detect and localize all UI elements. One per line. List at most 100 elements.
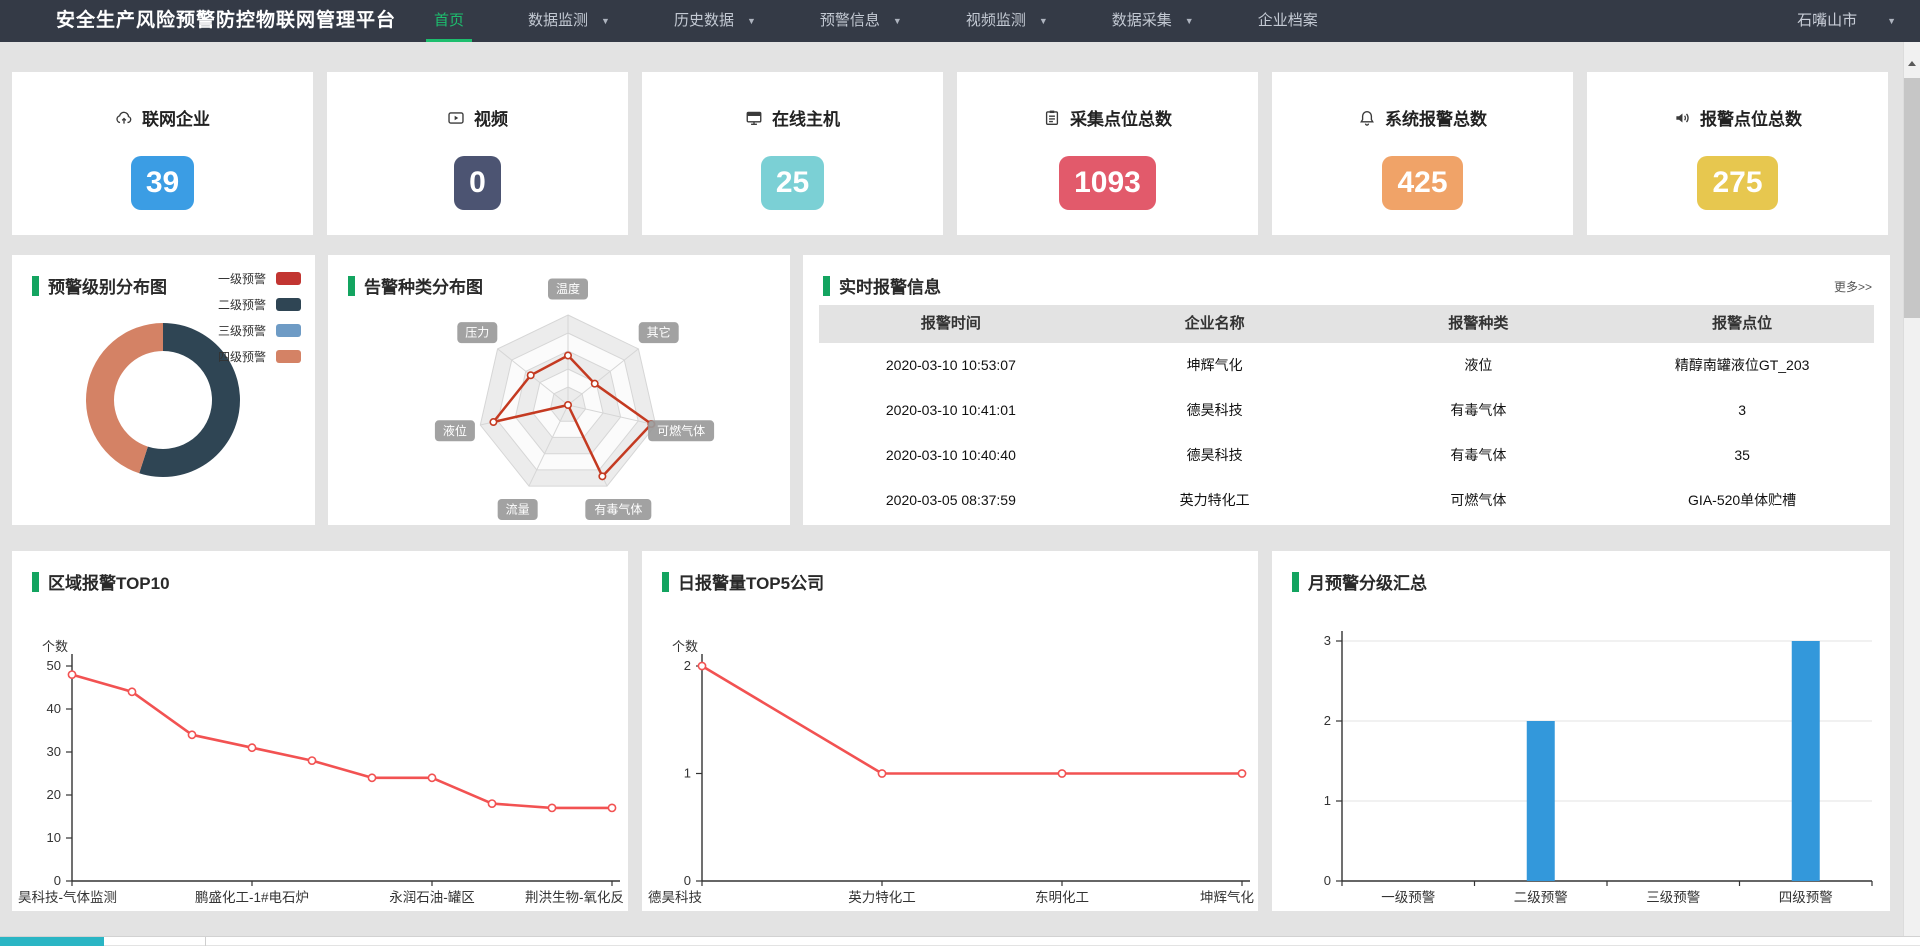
monthly-warning-bar-chart[interactable]: 0123一级预警二级预警三级预警四级预警 — [1272, 601, 1890, 911]
nav-item-home[interactable]: 首页 — [434, 0, 464, 42]
svg-text:有毒气体: 有毒气体 — [594, 502, 642, 517]
svg-text:液位: 液位 — [443, 423, 467, 438]
realtime-alarm-panel: 实时报警信息 更多>> 报警时间 企业名称 报警种类 报警点位 2020-03-… — [803, 255, 1890, 525]
panel-title: 月预警分级汇总 — [1308, 569, 1427, 594]
svg-text:永润石油-罐区: 永润石油-罐区 — [389, 890, 475, 905]
stat-value-badge: 0 — [454, 156, 501, 210]
stat-value-badge: 25 — [761, 156, 824, 210]
table-row[interactable]: 2020-03-10 10:41:01 德昊科技 有毒气体 3 — [819, 388, 1874, 433]
legend-swatch — [276, 324, 301, 337]
svg-text:流量: 流量 — [506, 503, 530, 517]
column-header: 报警时间 — [819, 305, 1083, 343]
clipboard-icon — [1043, 109, 1061, 127]
legend-swatch — [276, 272, 301, 285]
svg-text:坤辉气化: 坤辉气化 — [1200, 890, 1254, 905]
svg-text:其它: 其它 — [647, 325, 671, 340]
stat-label: 在线主机 — [772, 105, 840, 130]
legend-item[interactable]: 一级预警 — [218, 270, 301, 287]
warning-level-panel: 预警级别分布图 一级预警 二级预警 三级预警 四级预警 — [12, 255, 315, 525]
stat-value-badge: 1093 — [1059, 156, 1156, 210]
stat-label: 系统报警总数 — [1385, 105, 1487, 130]
stat-value-badge: 275 — [1697, 156, 1777, 210]
bottom-strip — [0, 936, 1920, 945]
svg-text:个数: 个数 — [42, 639, 68, 654]
svg-text:英力特化工: 英力特化工 — [848, 889, 916, 905]
panel-title: 实时报警信息 — [839, 273, 941, 298]
stat-label: 联网企业 — [142, 105, 210, 130]
nav-item-data-collect[interactable]: 数据采集▼ — [1112, 0, 1194, 42]
svg-text:德昊科技: 德昊科技 — [648, 890, 702, 905]
section-marker — [32, 572, 39, 592]
legend-item[interactable]: 四级预警 — [218, 348, 301, 365]
video-icon — [447, 109, 465, 127]
region-selector[interactable]: 石嘴山市▼ — [1797, 0, 1896, 42]
daily-top5-panel: 日报警量TOP5公司 个数012德昊科技英力特化工东明化工坤辉气化 — [642, 551, 1258, 911]
section-marker — [348, 276, 355, 296]
scrollbar-thumb[interactable] — [1904, 78, 1920, 318]
panel-title: 区域报警TOP10 — [48, 569, 170, 594]
stat-label: 视频 — [474, 105, 508, 130]
nav-item-data-monitor[interactable]: 数据监测▼ — [528, 0, 610, 42]
stat-card-collection-points: 采集点位总数 1093 — [957, 72, 1258, 235]
table-row[interactable]: 2020-03-05 08:37:59 英力特化工 可燃气体 GIA-520单体… — [819, 478, 1874, 523]
stat-card-videos: 视频 0 — [327, 72, 628, 235]
svg-text:0: 0 — [684, 873, 691, 888]
svg-text:1: 1 — [684, 766, 691, 781]
svg-text:四级预警: 四级预警 — [1779, 890, 1833, 905]
vertical-scrollbar[interactable] — [1903, 42, 1920, 945]
nav-item-history-data[interactable]: 历史数据▼ — [674, 0, 756, 42]
chevron-down-icon: ▼ — [1039, 0, 1048, 42]
panel-title: 告警种类分布图 — [364, 273, 483, 298]
stat-label: 采集点位总数 — [1070, 105, 1172, 130]
bell-icon — [1358, 109, 1376, 127]
table-row[interactable]: 2020-03-10 10:53:07 坤辉气化 液位 精醇南罐液位GT_203 — [819, 343, 1874, 388]
panel-title: 日报警量TOP5公司 — [678, 569, 824, 594]
svg-text:0: 0 — [1324, 873, 1331, 888]
svg-text:30: 30 — [47, 744, 61, 759]
stat-card-system-alarms: 系统报警总数 425 — [1272, 72, 1573, 235]
svg-text:温度: 温度 — [556, 281, 580, 296]
scroll-up-icon[interactable] — [1904, 56, 1920, 72]
region-top10-line-chart[interactable]: 个数01020304050昊科技-气体监测鹏盛化工-1#电石炉永润石油-罐区荆洪… — [12, 601, 628, 911]
chevron-down-icon: ▼ — [601, 0, 610, 42]
svg-text:个数: 个数 — [672, 639, 698, 654]
nav-item-video-monitor[interactable]: 视频监测▼ — [966, 0, 1048, 42]
column-header: 报警种类 — [1347, 305, 1611, 343]
stat-card-alarm-points: 报警点位总数 275 — [1587, 72, 1888, 235]
nav-menu: 首页 数据监测▼ 历史数据▼ 预警信息▼ 视频监测▼ 数据采集▼ 企业档案 — [434, 0, 1382, 42]
monitor-icon — [745, 109, 763, 127]
svg-text:20: 20 — [47, 787, 61, 802]
section-marker — [32, 276, 39, 296]
svg-text:10: 10 — [47, 830, 61, 845]
speaker-icon — [1673, 109, 1691, 127]
section-marker — [823, 276, 830, 296]
nav-item-warning-info[interactable]: 预警信息▼ — [820, 0, 902, 42]
section-marker — [1292, 572, 1299, 592]
svg-text:1: 1 — [1324, 793, 1331, 808]
legend-swatch — [276, 298, 301, 311]
legend-item[interactable]: 三级预警 — [218, 322, 301, 339]
nav-item-enterprise-archive[interactable]: 企业档案 — [1258, 0, 1318, 42]
monthly-warning-panel: 月预警分级汇总 0123一级预警二级预警三级预警四级预警 — [1272, 551, 1890, 911]
legend-item[interactable]: 二级预警 — [218, 296, 301, 313]
panel-title: 预警级别分布图 — [48, 273, 167, 298]
alarm-table: 报警时间 企业名称 报警种类 报警点位 2020-03-10 10:53:07 … — [819, 305, 1874, 523]
alarm-type-panel: 温度其它可燃气体有毒气体 流量 液位 压力 告警种类分布图 — [328, 255, 790, 525]
svg-text:40: 40 — [47, 701, 61, 716]
top-navbar: 安全生产风险预警防控物联网管理平台 首页 数据监测▼ 历史数据▼ 预警信息▼ 视… — [0, 0, 1920, 42]
column-header: 企业名称 — [1083, 305, 1347, 343]
svg-text:0: 0 — [54, 873, 61, 888]
svg-text:3: 3 — [1324, 633, 1331, 648]
region-top10-panel: 区域报警TOP10 个数01020304050昊科技-气体监测鹏盛化工-1#电石… — [12, 551, 628, 911]
column-header: 报警点位 — [1610, 305, 1874, 343]
stat-card-online-hosts: 在线主机 25 — [642, 72, 943, 235]
more-link[interactable]: 更多>> — [1834, 278, 1872, 295]
table-row[interactable]: 2020-03-10 10:40:40 德昊科技 有毒气体 35 — [819, 433, 1874, 478]
app-title: 安全生产风险预警防控物联网管理平台 — [56, 0, 396, 42]
svg-text:可燃气体: 可燃气体 — [657, 423, 705, 438]
daily-top5-line-chart[interactable]: 个数012德昊科技英力特化工东明化工坤辉气化 — [642, 601, 1258, 911]
chevron-down-icon: ▼ — [1185, 0, 1194, 42]
svg-text:压力: 压力 — [465, 326, 489, 340]
chevron-down-icon: ▼ — [893, 0, 902, 42]
svg-text:50: 50 — [47, 658, 61, 673]
